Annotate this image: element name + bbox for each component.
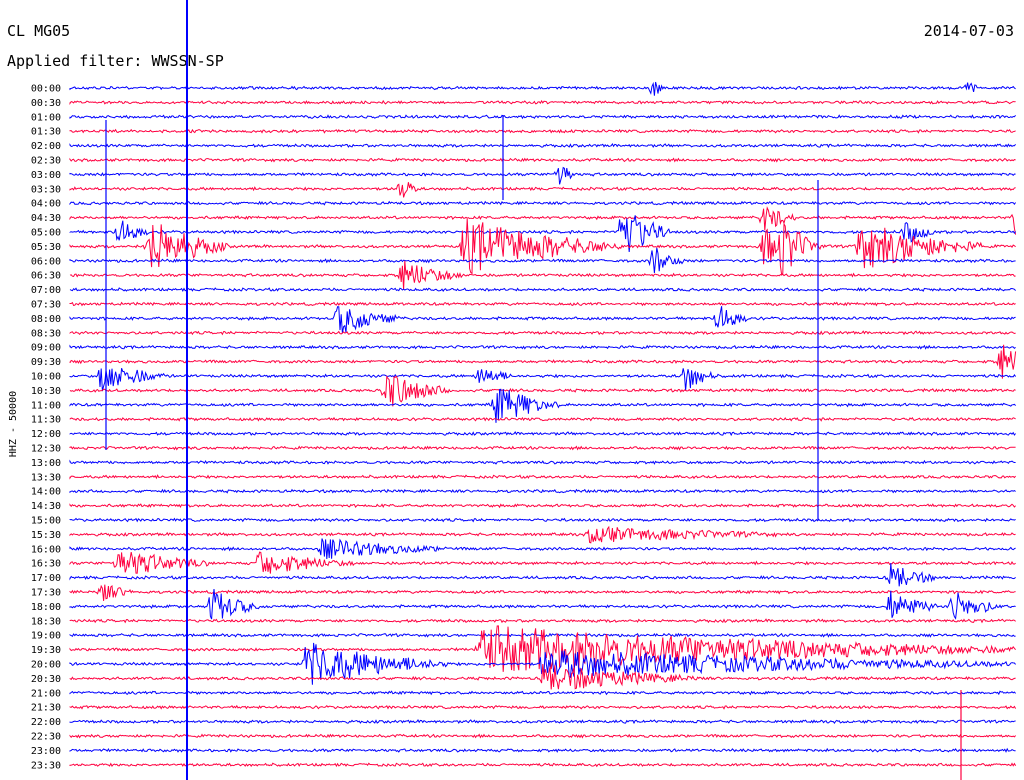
- trace-line: [69, 330, 1016, 336]
- time-tick-label: 01:30: [31, 127, 61, 138]
- trace-line: [69, 128, 1016, 134]
- time-tick-label: 04:30: [31, 213, 61, 224]
- time-tick-label: 17:00: [31, 573, 61, 584]
- time-tick-label: 23:30: [31, 760, 61, 771]
- time-tick-label: 02:00: [31, 141, 61, 152]
- time-tick-label: 16:00: [31, 544, 61, 555]
- y-axis-label: HHZ - 50000: [8, 391, 19, 457]
- time-tick-label: 08:30: [31, 328, 61, 339]
- trace-line: [69, 474, 1016, 480]
- time-tick-label: 10:00: [31, 372, 61, 383]
- time-tick-label: 11:30: [31, 415, 61, 426]
- time-tick-label: 20:30: [31, 674, 61, 685]
- trace-line: [69, 538, 1016, 560]
- trace-line: [69, 762, 1017, 768]
- time-tick-label: 21:00: [31, 688, 61, 699]
- trace-line: [69, 663, 1016, 690]
- time-tick-label: 19:00: [31, 631, 61, 642]
- trace-line: [69, 200, 1017, 206]
- trace-group: [69, 0, 1017, 780]
- trace-line: [69, 747, 1016, 753]
- time-tick-label: 01:00: [31, 112, 61, 123]
- trace-line: [69, 704, 1017, 710]
- time-tick-label: 11:00: [31, 400, 61, 411]
- time-tick-label: 18:00: [31, 602, 61, 613]
- trace-line: [69, 388, 1016, 423]
- time-tick-label: 12:30: [31, 444, 61, 455]
- time-tick-label: 18:30: [31, 616, 61, 627]
- time-tick-label: 21:30: [31, 703, 61, 714]
- time-tick-label: 06:30: [31, 271, 61, 282]
- time-tick-label: 05:30: [31, 242, 61, 253]
- trace-line: [69, 287, 1016, 292]
- trace-line: [69, 503, 1016, 509]
- time-tick-label: 20:00: [31, 660, 61, 671]
- time-tick-labels: 00:00 00:30 01:00 01:30 02:00 02:30 03:00 03:30…: [31, 84, 61, 772]
- time-tick-label: 10:30: [31, 386, 61, 397]
- time-tick-label: 12:00: [31, 429, 61, 440]
- trace-line: [69, 584, 1016, 601]
- trace-line: [69, 368, 1017, 392]
- time-tick-label: 00:00: [31, 84, 61, 95]
- seismogram-plot: 00:00 00:30 01:00 01:30 02:00 02:30 03:00 03:30…: [8, 0, 1017, 780]
- trace-line: [69, 517, 1016, 523]
- time-tick-label: 13:30: [31, 472, 61, 483]
- trace-line: [69, 445, 1016, 451]
- time-tick-label: 22:30: [31, 732, 61, 743]
- time-tick-label: 00:30: [31, 98, 61, 109]
- time-tick-label: 16:30: [31, 559, 61, 570]
- time-tick-label: 14:00: [31, 487, 61, 498]
- trace-line: [69, 182, 1016, 198]
- time-tick-label: 09:30: [31, 357, 61, 368]
- time-tick-label: 03:30: [31, 184, 61, 195]
- time-tick-label: 14:30: [31, 501, 61, 512]
- trace-line: [69, 157, 1016, 163]
- trace-line: [69, 488, 1016, 494]
- trace-line: [69, 431, 1016, 437]
- trace-line: [69, 99, 1016, 106]
- time-tick-label: 22:00: [31, 717, 61, 728]
- time-tick-label: 05:00: [31, 228, 61, 239]
- time-tick-label: 02:30: [31, 156, 61, 167]
- time-tick-label: 23:00: [31, 746, 61, 757]
- time-tick-label: 17:30: [31, 588, 61, 599]
- time-tick-label: 07:00: [31, 285, 61, 296]
- trace-line: [69, 551, 1016, 574]
- time-tick-label: 09:00: [31, 343, 61, 354]
- trace-line: [69, 563, 1016, 587]
- trace-line: [69, 459, 1016, 465]
- trace-line: [69, 719, 1016, 725]
- trace-line: [69, 260, 1016, 290]
- trace-line: [69, 690, 1016, 696]
- trace-line: [69, 81, 1016, 96]
- trace-line: [69, 166, 1016, 185]
- trace-line: [69, 143, 1016, 149]
- trace-line: [69, 344, 1016, 350]
- time-tick-label: 15:30: [31, 530, 61, 541]
- time-tick-label: 03:00: [31, 170, 61, 181]
- trace-line: [69, 344, 1017, 379]
- time-tick-label: 08:00: [31, 314, 61, 325]
- time-tick-label: 19:30: [31, 645, 61, 656]
- time-tick-label: 13:00: [31, 458, 61, 469]
- trace-line: [69, 301, 1016, 307]
- trace-line: [69, 218, 1016, 276]
- time-tick-label: 15:00: [31, 516, 61, 527]
- trace-line: [69, 114, 1016, 120]
- time-tick-label: 06:00: [31, 256, 61, 267]
- trace-line: [69, 733, 1016, 739]
- trace-line: [69, 618, 1016, 624]
- trace-line: [69, 525, 1016, 544]
- trace-line: [69, 416, 1016, 422]
- time-tick-label: 04:00: [31, 199, 61, 210]
- time-tick-label: 07:30: [31, 300, 61, 311]
- trace-line: [69, 306, 1016, 334]
